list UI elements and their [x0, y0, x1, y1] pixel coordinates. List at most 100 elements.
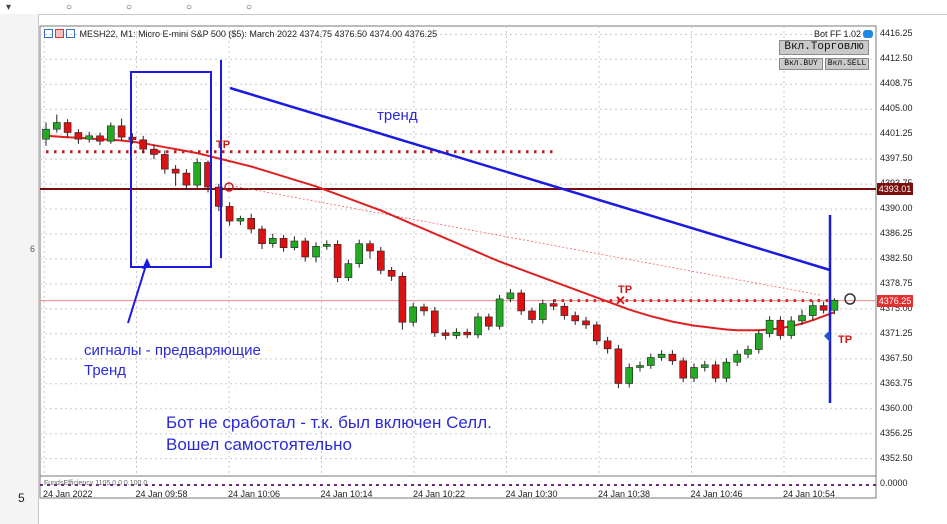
candle-body — [128, 136, 137, 141]
candle-body — [117, 125, 126, 138]
chart-type-icon[interactable] — [66, 29, 75, 38]
candle-body — [582, 320, 590, 326]
price-axis-label: 4416.25 — [880, 28, 913, 39]
price-axis-label: 4356.25 — [880, 427, 913, 438]
indicator-axis-value: 0.0000 — [880, 478, 908, 488]
price-tag-level: 4393.01 — [877, 183, 913, 196]
candle-body — [787, 320, 796, 336]
price-tag-current: 4376.25 — [877, 294, 913, 307]
enable-buy-button[interactable]: Вкл.BUY — [779, 58, 823, 70]
candle — [107, 122, 115, 144]
candle-body — [744, 349, 752, 355]
candle-body — [63, 122, 72, 133]
trend-annotation-text: тренд — [377, 107, 418, 124]
ohlc-values: 4374.75 4376.50 4374.00 4376.25 — [299, 29, 438, 39]
candle-body — [657, 353, 666, 358]
candle-body — [52, 122, 61, 130]
candle — [333, 240, 342, 283]
candle-body — [603, 340, 612, 350]
candle-body — [161, 154, 169, 170]
candle-body — [333, 244, 342, 278]
candle-body — [463, 331, 472, 336]
bot-label: Bot FF 1.02 — [814, 29, 873, 39]
candle-body — [279, 238, 288, 248]
candle-body — [808, 305, 817, 316]
price-axis: 4416.25 4412.50 4408.75 4405.00 4401.25 4397.… — [876, 0, 947, 524]
candle-body — [538, 303, 547, 320]
price-axis-label: 4390.00 — [880, 203, 913, 214]
candle-body — [776, 319, 785, 336]
candle-body — [614, 348, 623, 384]
price-axis-label: 4405.00 — [880, 103, 913, 114]
candle-body — [571, 315, 580, 322]
candle-body — [376, 250, 385, 271]
candle — [495, 294, 504, 330]
candle — [474, 312, 482, 339]
price-axis-label: 4382.50 — [880, 252, 913, 263]
indicator-label: FundsEfficiency 1105 0.0 0.100.0 — [44, 480, 148, 487]
candle-body — [452, 331, 461, 336]
candle — [376, 247, 385, 275]
candle-body — [182, 172, 191, 186]
candle-body — [474, 316, 482, 336]
candle-body — [484, 316, 493, 327]
chart-type-icon[interactable] — [55, 29, 64, 38]
candle-body — [85, 135, 93, 140]
candle-body — [193, 162, 201, 186]
candle-body — [668, 353, 677, 362]
candle — [430, 306, 439, 337]
tp-label: TP — [838, 334, 852, 346]
candle — [517, 289, 526, 315]
candle — [355, 239, 364, 268]
bot-hat-icon — [863, 30, 873, 38]
chart-type-icon[interactable] — [44, 29, 53, 38]
price-axis-label: 4397.50 — [880, 153, 913, 164]
symbol-description: Micro E-mini S&P 500 ($5): March 2022 — [138, 29, 297, 39]
candle-body — [139, 139, 147, 150]
candle-body — [301, 240, 310, 258]
time-axis-label: 24 Jan 10:30 — [505, 489, 558, 499]
candle-body — [366, 243, 374, 252]
candle-body — [409, 306, 418, 323]
price-axis-label: 4401.25 — [880, 128, 913, 139]
bot-annotation-line1: Бот не сработал - т.к. был включен Селл. — [166, 413, 492, 432]
candle-body — [96, 135, 104, 142]
candle-body — [549, 303, 558, 307]
candle-body — [74, 132, 83, 140]
candle-body — [517, 292, 526, 312]
candle-body — [679, 360, 688, 379]
time-axis-label: 24 Jan 10:46 — [690, 489, 743, 499]
candle-body — [268, 238, 277, 244]
candle-body — [171, 168, 180, 174]
time-axis-label: 24 Jan 09:58 — [135, 489, 188, 499]
candle-body — [528, 310, 536, 320]
candle-body — [290, 240, 299, 248]
price-axis-label: 4412.50 — [880, 53, 913, 64]
price-axis-label: 4386.25 — [880, 228, 913, 239]
candle-body — [420, 306, 428, 312]
enable-sell-button[interactable]: Вкл.SELL — [825, 58, 869, 70]
price-axis-label: 4352.50 — [880, 452, 913, 463]
price-chart[interactable]: TP TP TP ✕ — [0, 0, 947, 524]
candle-body — [765, 319, 774, 334]
candle-body — [398, 275, 407, 323]
candle-body — [225, 206, 234, 222]
candle-body — [636, 365, 644, 368]
price-axis-label: 4363.75 — [880, 377, 913, 388]
candle-body — [592, 324, 601, 342]
candle-body — [430, 310, 439, 334]
candle-body — [560, 305, 569, 316]
candle — [679, 357, 688, 383]
candle-body — [711, 364, 720, 379]
candle-body — [258, 228, 266, 244]
enable-trading-button[interactable]: Вкл.Торговлю — [779, 40, 869, 55]
candle-body — [819, 305, 828, 311]
candle-body — [830, 299, 839, 311]
candle-body — [700, 364, 709, 368]
close-cross-icon: ✕ — [615, 293, 626, 308]
candle-body — [344, 263, 353, 278]
signals-annotation-line1: сигналы - предваряющие — [84, 342, 261, 359]
candle — [398, 272, 407, 330]
candle-body — [150, 148, 158, 155]
tp-label: TP — [216, 139, 230, 151]
